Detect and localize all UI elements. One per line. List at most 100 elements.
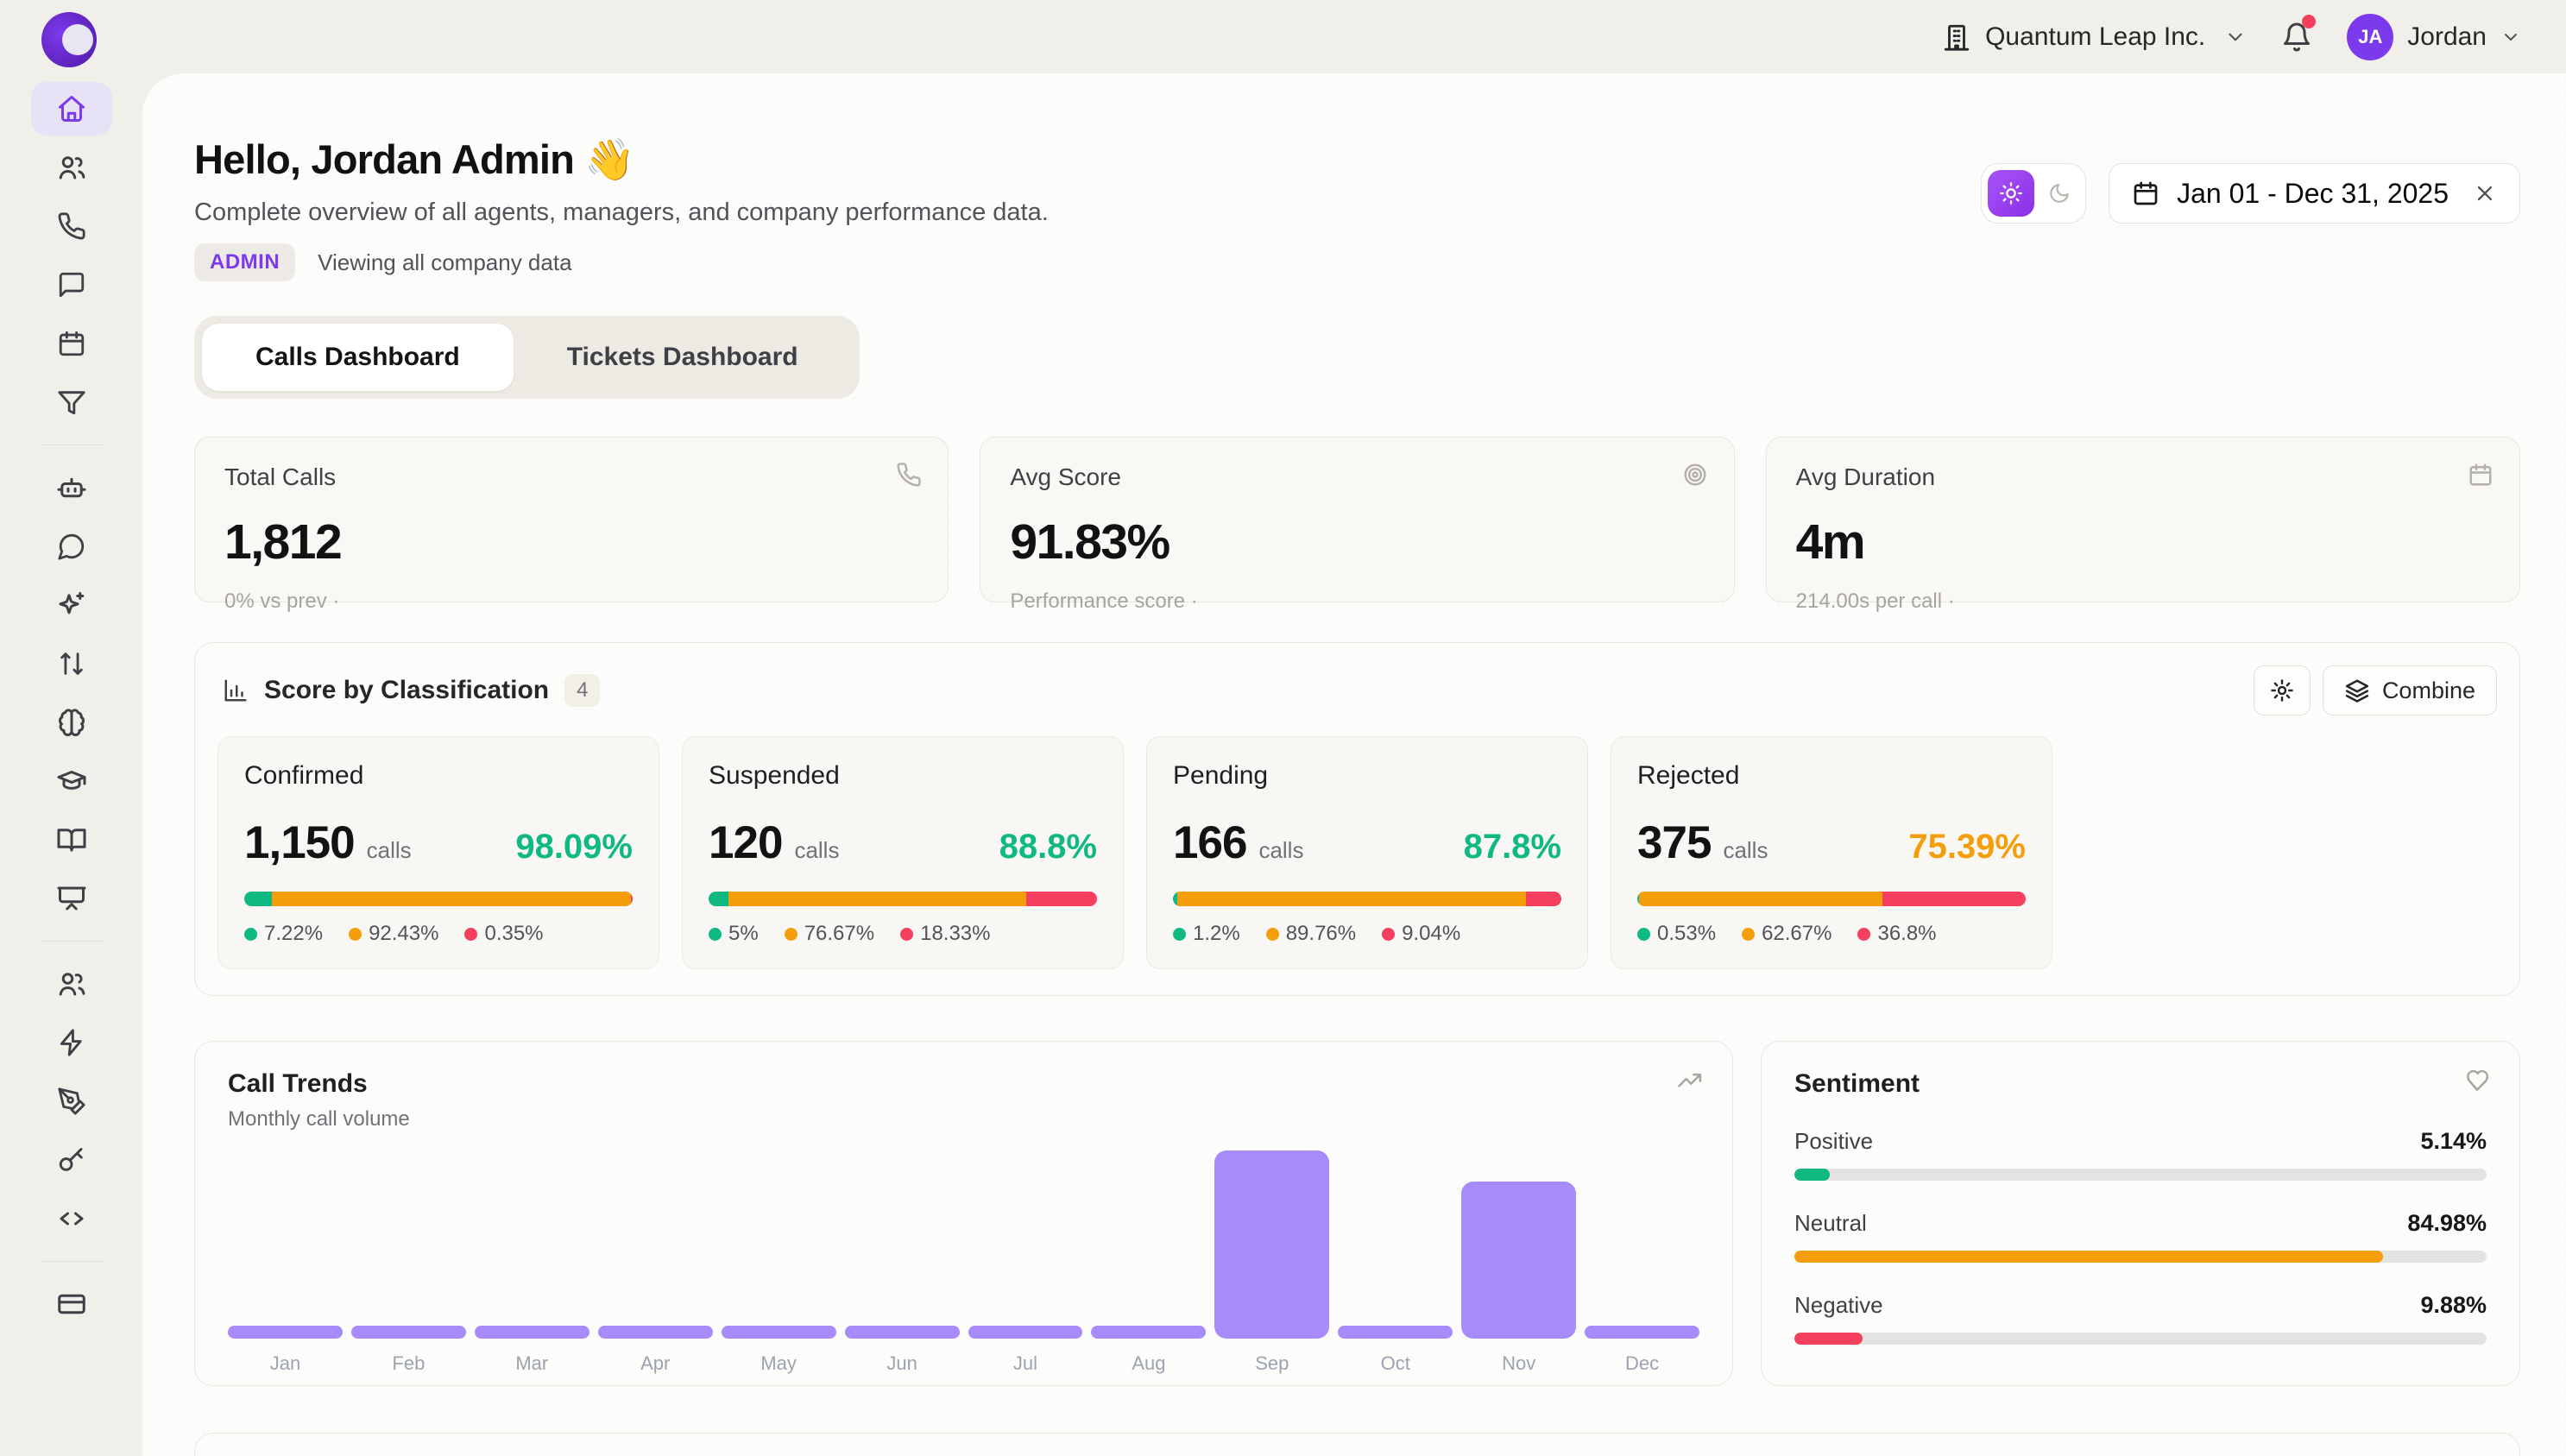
bar-sep[interactable] (1214, 1150, 1329, 1339)
sidebar-item-calendar[interactable] (31, 317, 112, 370)
sidebar-item-calls[interactable] (31, 199, 112, 253)
sentiment-value: 9.88% (2420, 1292, 2487, 1319)
calls-suffix: calls (794, 837, 839, 864)
classification-progress-bar (244, 892, 633, 906)
page-title: Hello, Jordan Admin 👋 (194, 136, 1049, 184)
dashboard-tabs: Calls Dashboard Tickets Dashboard (194, 316, 860, 399)
book-open-icon (56, 824, 87, 855)
target-icon (1682, 462, 1708, 488)
combine-button[interactable]: Combine (2323, 665, 2497, 715)
dark-mode-button[interactable] (2040, 170, 2079, 217)
user-name: Jordan (2407, 22, 2487, 52)
heart-icon (2464, 1068, 2490, 1094)
graduation-cap-icon (56, 766, 87, 797)
sentiment-label: Negative (1794, 1292, 1883, 1319)
sidebar-item-users[interactable] (31, 141, 112, 194)
sidebar-divider (40, 941, 104, 942)
sidebar-item-design[interactable] (31, 1075, 112, 1128)
sidebar-item-transfers[interactable] (31, 637, 112, 690)
sentiment-label: Positive (1794, 1128, 1873, 1155)
chart-subtitle: Monthly call volume (228, 1107, 1699, 1131)
pen-tool-icon (57, 1087, 86, 1116)
legend-item: 62.67% (1742, 922, 1832, 946)
sentiment-card: Sentiment Positive 5.14% Neutral 84.98% … (1761, 1041, 2520, 1386)
sidebar-item-library[interactable] (31, 813, 112, 867)
classification-score: 98.09% (515, 828, 633, 867)
calls-suffix: calls (367, 837, 412, 864)
tab-tickets-dashboard[interactable]: Tickets Dashboard (514, 324, 852, 391)
sidebar-item-presentations[interactable] (31, 872, 112, 925)
arrows-up-down-icon (57, 649, 86, 678)
bar-apr[interactable] (598, 1150, 713, 1339)
sidebar-item-home[interactable] (31, 82, 112, 136)
classification-settings-button[interactable] (2254, 665, 2311, 715)
bar-feb[interactable] (351, 1150, 466, 1339)
legend-item: 92.43% (349, 922, 438, 946)
bar-jan[interactable] (228, 1150, 343, 1339)
tab-calls-dashboard[interactable]: Calls Dashboard (202, 324, 514, 391)
sentiment-row-negative: Negative 9.88% (1794, 1292, 2487, 1345)
org-name: Quantum Leap Inc. (1985, 22, 2205, 52)
notification-badge (2302, 15, 2316, 28)
sidebar-divider (40, 444, 104, 445)
bar-may[interactable] (722, 1150, 836, 1339)
bar-aug[interactable] (1091, 1150, 1206, 1339)
stat-value: 4m (1796, 514, 2490, 570)
classification-progress-bar (709, 892, 1097, 906)
sidebar-item-developer[interactable] (31, 1192, 112, 1245)
theme-toggle (1981, 163, 2086, 224)
bar-label: Dec (1585, 1352, 1699, 1375)
bar-nov[interactable] (1461, 1150, 1576, 1339)
legend-item: 9.04% (1382, 922, 1460, 946)
sidebar-item-billing[interactable] (31, 1277, 112, 1331)
sentiment-value: 5.14% (2420, 1128, 2487, 1155)
performance-breakdown-panel: Performance Breakdown Total Calls Active… (194, 1433, 2520, 1456)
user-menu[interactable]: JA Jordan (2347, 14, 2521, 60)
bar-label: Jan (228, 1352, 343, 1375)
classification-score: 75.39% (1908, 828, 2026, 867)
classification-calls: 120 (709, 816, 782, 869)
stat-value: 1,812 (224, 514, 918, 570)
main-panel: Hello, Jordan Admin 👋 Complete overview … (142, 73, 2566, 1456)
light-mode-button[interactable] (1988, 170, 2034, 217)
bar-label: Sep (1214, 1352, 1329, 1375)
role-note: Viewing all company data (318, 249, 571, 276)
sidebar-item-team[interactable] (31, 957, 112, 1011)
bar-mar[interactable] (475, 1150, 589, 1339)
sidebar-item-filters[interactable] (31, 375, 112, 429)
sidebar-item-bot[interactable] (31, 461, 112, 514)
score-by-classification-panel: Score by Classification 4 Combine Confir… (194, 642, 2520, 996)
stat-note: 214.00s per call · (1796, 589, 2490, 614)
sentiment-bar (1794, 1333, 2487, 1345)
sidebar-item-messages[interactable] (31, 258, 112, 312)
calls-suffix: calls (1723, 837, 1768, 864)
avatar: JA (2347, 14, 2393, 60)
app-logo[interactable] (41, 12, 97, 67)
bar-label: Jun (845, 1352, 960, 1375)
stat-card-avg-score: Avg Score 91.83% Performance score · (980, 437, 1734, 602)
sidebar-item-knowledge[interactable] (31, 696, 112, 749)
org-switcher[interactable]: Quantum Leap Inc. (1942, 22, 2247, 52)
date-range-text: Jan 01 - Dec 31, 2025 (2177, 178, 2449, 210)
legend-item: 1.2% (1173, 922, 1240, 946)
stat-value: 91.83% (1010, 514, 1704, 570)
bar-jul[interactable] (968, 1150, 1083, 1339)
sidebar-item-access[interactable] (31, 1133, 112, 1187)
date-range-picker[interactable]: Jan 01 - Dec 31, 2025 (2109, 163, 2520, 224)
sidebar-item-automations[interactable] (31, 1016, 112, 1069)
notifications-button[interactable] (2281, 22, 2312, 53)
bar-oct[interactable] (1338, 1150, 1453, 1339)
sidebar-item-ai[interactable] (31, 578, 112, 632)
classification-score: 88.8% (999, 828, 1097, 867)
presentation-icon (56, 883, 87, 914)
legend-item: 7.22% (244, 922, 323, 946)
sidebar-item-chat[interactable] (31, 520, 112, 573)
sidebar-item-training[interactable] (31, 754, 112, 808)
bar-dec[interactable] (1585, 1150, 1699, 1339)
bar-jun[interactable] (845, 1150, 960, 1339)
phone-icon (57, 211, 86, 241)
clear-date-icon[interactable] (2473, 181, 2497, 205)
bot-icon (56, 472, 87, 503)
bar-label: May (722, 1352, 836, 1375)
bar-label: Apr (598, 1352, 713, 1375)
